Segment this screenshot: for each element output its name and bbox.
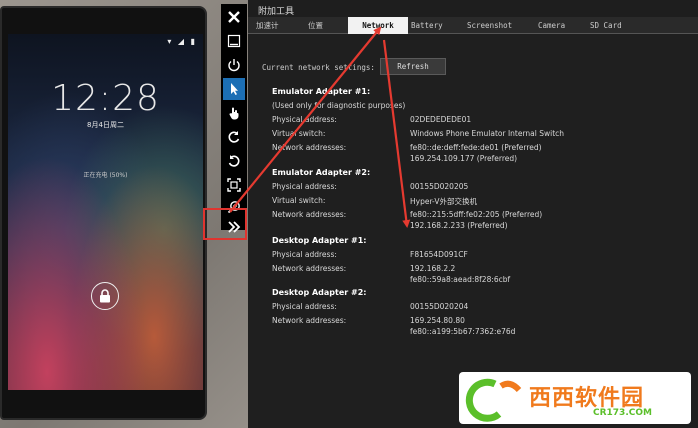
row-value: 169.254.109.177 (Preferred) xyxy=(410,154,518,163)
adapter-note: (Used only for diagnostic purposes) xyxy=(272,101,406,110)
row-value: 00155D020204 xyxy=(410,302,469,311)
tab-battery[interactable]: Battery xyxy=(411,17,451,34)
row-label: Network addresses: xyxy=(272,143,347,152)
charging-status: 正在充电 (50%) xyxy=(83,172,128,179)
adapter-heading: Emulator Adapter #2: xyxy=(272,168,371,177)
lock-icon xyxy=(100,289,110,303)
site-watermark: 西西软件园 CR173.COM xyxy=(455,370,698,428)
tab-sd-card[interactable]: SD Card xyxy=(590,17,630,34)
fit-screen-icon[interactable] xyxy=(223,174,245,196)
tab-network[interactable]: Network xyxy=(348,17,408,34)
row-value: fe80::de:deff:fede:de01 (Preferred) xyxy=(410,143,542,152)
row-label: Network addresses: xyxy=(272,316,347,325)
minimize-icon[interactable] xyxy=(223,30,245,52)
touch-icon[interactable] xyxy=(223,102,245,124)
refresh-button[interactable]: Refresh xyxy=(380,58,446,75)
row-value: F81654D091CF xyxy=(410,250,468,259)
row-value: fe80::215:5dff:fe02:205 (Preferred) xyxy=(410,210,543,219)
row-label: Physical address: xyxy=(272,250,337,259)
row-value: Windows Phone Emulator Internal Switch xyxy=(410,129,565,138)
tab-bar: 加速计 位置 Network Battery Screenshot Camera… xyxy=(248,17,698,34)
annotation-highlight-box xyxy=(203,208,247,240)
row-label: Physical address: xyxy=(272,115,337,124)
emulator-toolbar xyxy=(221,4,247,233)
tab-location[interactable]: 位置 xyxy=(308,17,338,34)
adapter-heading: Emulator Adapter #1: xyxy=(272,87,371,96)
row-label: Network addresses: xyxy=(272,264,347,273)
phone-status-bar: ▾ ◢ ▮ xyxy=(8,34,203,50)
tab-camera[interactable]: Camera xyxy=(538,17,578,34)
lockscreen-date: 8月4日周二 xyxy=(87,121,124,129)
pointer-icon[interactable] xyxy=(223,78,245,100)
row-value: 02DEDEDEDE01 xyxy=(410,115,472,124)
additional-tools-window: 附加工具 加速计 位置 Network Battery Screenshot C… xyxy=(248,0,698,428)
row-value: 192.168.2.2 xyxy=(410,264,456,273)
current-settings-label: Current network settings: xyxy=(262,63,375,72)
row-label: Physical address: xyxy=(272,302,337,311)
row-value: fe80::59a8:aead:8f28:6cbf xyxy=(410,275,511,284)
phone-screen[interactable]: ▾ ◢ ▮ 12:28 8月4日周二 正在充电 (50%) xyxy=(8,34,203,390)
phone-frame: ▾ ◢ ▮ 12:28 8月4日周二 正在充电 (50%) xyxy=(0,6,207,420)
tab-screenshot[interactable]: Screenshot xyxy=(467,17,527,34)
power-icon[interactable] xyxy=(223,54,245,76)
lockscreen-time: 12:28 xyxy=(51,78,160,119)
row-label: Virtual switch: xyxy=(272,129,326,138)
unlock-button[interactable] xyxy=(91,282,119,310)
row-value: 00155D020205 xyxy=(410,182,469,191)
close-icon[interactable] xyxy=(223,6,245,28)
rotate-right-icon[interactable] xyxy=(223,150,245,172)
window-title: 附加工具 xyxy=(258,7,295,17)
adapter-heading: Desktop Adapter #2: xyxy=(272,288,367,297)
row-label: Virtual switch: xyxy=(272,196,326,205)
row-value: fe80::a199:5b67:7362:e76d xyxy=(410,327,516,336)
row-value: 169.254.80.80 xyxy=(410,316,465,325)
row-label: Physical address: xyxy=(272,182,337,191)
watermark-url: CR173.COM xyxy=(593,408,652,418)
row-label: Network addresses: xyxy=(272,210,347,219)
row-value: Hyper-V外部交换机 xyxy=(410,197,477,206)
signal-battery-icon: ▾ ◢ ▮ xyxy=(167,37,197,46)
tab-accelerometer[interactable]: 加速计 xyxy=(256,17,286,34)
row-value: 192.168.2.233 (Preferred) xyxy=(410,221,508,230)
adapter-heading: Desktop Adapter #1: xyxy=(272,236,367,245)
rotate-left-icon[interactable] xyxy=(223,126,245,148)
